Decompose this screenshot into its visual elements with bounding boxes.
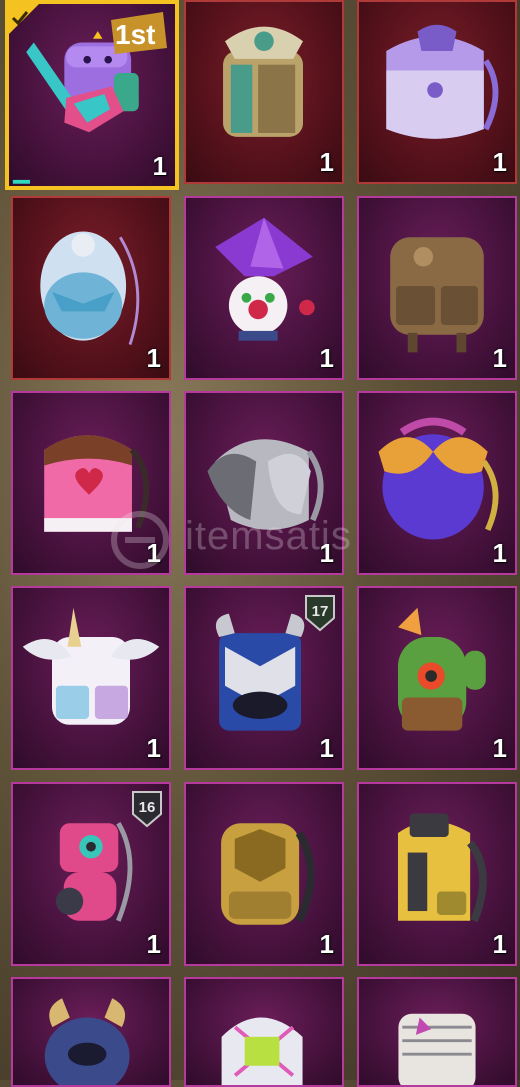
inventory-item-5[interactable]: 1 — [184, 196, 344, 380]
inventory-item-9[interactable]: 1 — [357, 391, 517, 575]
first-place-badge-icon: 1st — [111, 12, 167, 54]
inventory-item-6[interactable]: 1 — [357, 196, 517, 380]
quantity-label: 1 — [146, 538, 161, 568]
inventory-item-3[interactable]: 1 — [357, 0, 517, 184]
quantity-label: 1 — [146, 929, 161, 959]
quantity-label: 1 — [319, 929, 334, 959]
quantity-label: 1 — [492, 343, 507, 373]
inventory-item-14[interactable]: 1 — [184, 782, 344, 966]
bandaged-backpack-icon — [398, 1013, 476, 1085]
inventory-item-8[interactable]: 1 — [184, 391, 344, 575]
quantity-label: 1 — [319, 147, 334, 177]
inventory-item-16[interactable] — [11, 977, 171, 1087]
inventory-item-2[interactable]: 1 — [184, 0, 344, 184]
inventory-item-18[interactable] — [357, 977, 517, 1087]
quantity-label: 1 — [146, 733, 161, 763]
dark-horned-backpack-icon — [44, 998, 130, 1085]
inventory-item-7[interactable]: 1 — [11, 391, 171, 575]
svg-text:1st: 1st — [115, 19, 155, 50]
quantity-label: 1 — [319, 343, 334, 373]
quantity-label: 1 — [492, 147, 507, 177]
quantity-label: 1 — [152, 151, 167, 181]
neon-strap-backpack-icon — [221, 1017, 303, 1085]
quantity-label: 1 — [492, 733, 507, 763]
quantity-label: 1 — [319, 733, 334, 763]
inventory-item-13[interactable]: 16 1 — [11, 782, 171, 966]
tier-badge-icon: 17 — [305, 595, 335, 632]
inventory-item-17[interactable] — [184, 977, 344, 1087]
inventory-item-1[interactable]: 1st 1 — [5, 0, 179, 190]
inventory-item-12[interactable]: 1 — [357, 586, 517, 770]
quantity-label: 1 — [492, 929, 507, 959]
tier-badge-icon: 16 — [132, 791, 162, 828]
tier-number: 16 — [139, 799, 156, 816]
tier-number: 17 — [312, 603, 329, 620]
inventory-item-15[interactable]: 1 — [357, 782, 517, 966]
quantity-label: 1 — [146, 343, 161, 373]
inventory-item-11[interactable]: 17 1 — [184, 586, 344, 770]
inventory-grid: 1st 1 1 1 1 1 1 1 1 1 1 17 1 1 16 1 1 1 — [0, 0, 520, 1087]
inventory-item-10[interactable]: 1 — [11, 586, 171, 770]
inventory-item-4[interactable]: 1 — [11, 196, 171, 380]
quantity-label: 1 — [319, 538, 334, 568]
quantity-label: 1 — [492, 538, 507, 568]
